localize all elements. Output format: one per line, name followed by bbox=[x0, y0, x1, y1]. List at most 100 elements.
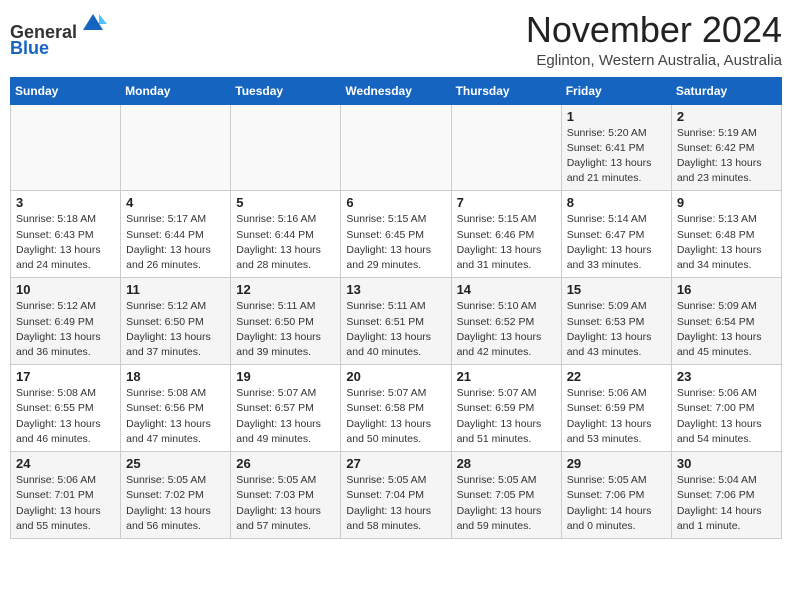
day-number: 20 bbox=[346, 369, 445, 384]
logo: General Blue bbox=[10, 14, 107, 59]
day-number: 1 bbox=[567, 109, 666, 124]
calendar-cell bbox=[341, 104, 451, 191]
day-info: Sunrise: 5:05 AM Sunset: 7:06 PM Dayligh… bbox=[567, 473, 666, 534]
day-info: Sunrise: 5:07 AM Sunset: 6:59 PM Dayligh… bbox=[457, 386, 556, 447]
header-day-friday: Friday bbox=[561, 77, 671, 104]
day-info: Sunrise: 5:19 AM Sunset: 6:42 PM Dayligh… bbox=[677, 126, 776, 187]
calendar-cell: 19Sunrise: 5:07 AM Sunset: 6:57 PM Dayli… bbox=[231, 365, 341, 452]
day-info: Sunrise: 5:09 AM Sunset: 6:53 PM Dayligh… bbox=[567, 299, 666, 360]
day-info: Sunrise: 5:06 AM Sunset: 6:59 PM Dayligh… bbox=[567, 386, 666, 447]
day-number: 4 bbox=[126, 195, 225, 210]
day-number: 5 bbox=[236, 195, 335, 210]
day-number: 30 bbox=[677, 456, 776, 471]
week-row-2: 3 Sunrise: 5:18 AM Sunset: 6:43 PM Daylig… bbox=[11, 191, 782, 278]
calendar-cell: 27 Sunrise: 5:05 AM Sunset: 7:04 PM Dayli… bbox=[341, 452, 451, 539]
day-number: 14 bbox=[457, 282, 556, 297]
week-row-1: 1 Sunrise: 5:20 AM Sunset: 6:41 PM Daylig… bbox=[11, 104, 782, 191]
calendar-cell: 4 Sunrise: 5:17 AM Sunset: 6:44 PM Daylig… bbox=[121, 191, 231, 278]
day-number: 3 bbox=[16, 195, 115, 210]
day-info: Sunrise: 5:11 AM Sunset: 6:50 PM Dayligh… bbox=[236, 299, 335, 360]
day-number: 7 bbox=[457, 195, 556, 210]
day-number: 18 bbox=[126, 369, 225, 384]
day-number: 13 bbox=[346, 282, 445, 297]
day-number: 29 bbox=[567, 456, 666, 471]
calendar-cell: 9 Sunrise: 5:13 AM Sunset: 6:48 PM Daylig… bbox=[671, 191, 781, 278]
location-subtitle: Eglinton, Western Australia, Australia bbox=[526, 52, 782, 69]
calendar-cell: 25Sunrise: 5:05 AM Sunset: 7:02 PM Dayli… bbox=[121, 452, 231, 539]
day-number: 6 bbox=[346, 195, 445, 210]
week-row-4: 17 Sunrise: 5:08 AM Sunset: 6:55 PM Dayli… bbox=[11, 365, 782, 452]
calendar-cell: 24Sunrise: 5:06 AM Sunset: 7:01 PM Dayli… bbox=[11, 452, 121, 539]
day-info: Sunrise: 5:16 AM Sunset: 6:44 PM Dayligh… bbox=[236, 212, 335, 273]
day-number: 10 bbox=[16, 282, 115, 297]
day-number: 12 bbox=[236, 282, 335, 297]
day-info: Sunrise: 5:05 AM Sunset: 7:05 PM Dayligh… bbox=[457, 473, 556, 534]
week-row-5: 24Sunrise: 5:06 AM Sunset: 7:01 PM Dayli… bbox=[11, 452, 782, 539]
day-info: Sunrise: 5:06 AM Sunset: 7:01 PM Dayligh… bbox=[16, 473, 115, 534]
calendar-cell: 7 Sunrise: 5:15 AM Sunset: 6:46 PM Daylig… bbox=[451, 191, 561, 278]
day-info: Sunrise: 5:13 AM Sunset: 6:48 PM Dayligh… bbox=[677, 212, 776, 273]
calendar-cell: 1 Sunrise: 5:20 AM Sunset: 6:41 PM Daylig… bbox=[561, 104, 671, 191]
header-row: SundayMondayTuesdayWednesdayThursdayFrid… bbox=[11, 77, 782, 104]
calendar-cell: 29 Sunrise: 5:05 AM Sunset: 7:06 PM Dayli… bbox=[561, 452, 671, 539]
calendar-cell: 23Sunrise: 5:06 AM Sunset: 7:00 PM Dayli… bbox=[671, 365, 781, 452]
day-number: 22 bbox=[567, 369, 666, 384]
calendar-cell: 8 Sunrise: 5:14 AM Sunset: 6:47 PM Daylig… bbox=[561, 191, 671, 278]
day-info: Sunrise: 5:15 AM Sunset: 6:46 PM Dayligh… bbox=[457, 212, 556, 273]
calendar-cell: 5 Sunrise: 5:16 AM Sunset: 6:44 PM Daylig… bbox=[231, 191, 341, 278]
day-info: Sunrise: 5:15 AM Sunset: 6:45 PM Dayligh… bbox=[346, 212, 445, 273]
calendar-cell: 22 Sunrise: 5:06 AM Sunset: 6:59 PM Dayli… bbox=[561, 365, 671, 452]
calendar-cell: 17 Sunrise: 5:08 AM Sunset: 6:55 PM Dayli… bbox=[11, 365, 121, 452]
day-number: 19 bbox=[236, 369, 335, 384]
calendar-cell: 30 Sunrise: 5:04 AM Sunset: 7:06 PM Dayli… bbox=[671, 452, 781, 539]
calendar-cell: 3 Sunrise: 5:18 AM Sunset: 6:43 PM Daylig… bbox=[11, 191, 121, 278]
day-info: Sunrise: 5:18 AM Sunset: 6:43 PM Dayligh… bbox=[16, 212, 115, 273]
day-number: 15 bbox=[567, 282, 666, 297]
calendar-cell: 14 Sunrise: 5:10 AM Sunset: 6:52 PM Dayli… bbox=[451, 278, 561, 365]
calendar-cell: 21 Sunrise: 5:07 AM Sunset: 6:59 PM Dayli… bbox=[451, 365, 561, 452]
day-number: 9 bbox=[677, 195, 776, 210]
page-header: General Blue November 2024 Eglinton, Wes… bbox=[10, 10, 782, 69]
day-number: 17 bbox=[16, 369, 115, 384]
day-info: Sunrise: 5:14 AM Sunset: 6:47 PM Dayligh… bbox=[567, 212, 666, 273]
calendar-cell: 20 Sunrise: 5:07 AM Sunset: 6:58 PM Dayli… bbox=[341, 365, 451, 452]
calendar-cell: 6 Sunrise: 5:15 AM Sunset: 6:45 PM Daylig… bbox=[341, 191, 451, 278]
logo-icon bbox=[79, 10, 107, 38]
calendar-cell bbox=[121, 104, 231, 191]
day-info: Sunrise: 5:04 AM Sunset: 7:06 PM Dayligh… bbox=[677, 473, 776, 534]
calendar-cell: 2Sunrise: 5:19 AM Sunset: 6:42 PM Daylig… bbox=[671, 104, 781, 191]
logo-blue-text: Blue bbox=[10, 38, 49, 58]
month-title: November 2024 bbox=[526, 10, 782, 50]
day-info: Sunrise: 5:08 AM Sunset: 6:55 PM Dayligh… bbox=[16, 386, 115, 447]
day-info: Sunrise: 5:20 AM Sunset: 6:41 PM Dayligh… bbox=[567, 126, 666, 187]
day-info: Sunrise: 5:05 AM Sunset: 7:04 PM Dayligh… bbox=[346, 473, 445, 534]
calendar-table: SundayMondayTuesdayWednesdayThursdayFrid… bbox=[10, 77, 782, 539]
day-number: 27 bbox=[346, 456, 445, 471]
header-day-saturday: Saturday bbox=[671, 77, 781, 104]
day-info: Sunrise: 5:12 AM Sunset: 6:49 PM Dayligh… bbox=[16, 299, 115, 360]
day-number: 11 bbox=[126, 282, 225, 297]
calendar-cell: 15 Sunrise: 5:09 AM Sunset: 6:53 PM Dayli… bbox=[561, 278, 671, 365]
calendar-cell bbox=[451, 104, 561, 191]
day-number: 21 bbox=[457, 369, 556, 384]
day-info: Sunrise: 5:09 AM Sunset: 6:54 PM Dayligh… bbox=[677, 299, 776, 360]
day-info: Sunrise: 5:05 AM Sunset: 7:03 PM Dayligh… bbox=[236, 473, 335, 534]
day-info: Sunrise: 5:17 AM Sunset: 6:44 PM Dayligh… bbox=[126, 212, 225, 273]
day-number: 28 bbox=[457, 456, 556, 471]
day-number: 8 bbox=[567, 195, 666, 210]
title-block: November 2024 Eglinton, Western Australi… bbox=[526, 10, 782, 69]
calendar-cell bbox=[231, 104, 341, 191]
day-info: Sunrise: 5:07 AM Sunset: 6:58 PM Dayligh… bbox=[346, 386, 445, 447]
calendar-cell: 26Sunrise: 5:05 AM Sunset: 7:03 PM Dayli… bbox=[231, 452, 341, 539]
header-day-thursday: Thursday bbox=[451, 77, 561, 104]
calendar-cell: 10 Sunrise: 5:12 AM Sunset: 6:49 PM Dayli… bbox=[11, 278, 121, 365]
day-info: Sunrise: 5:12 AM Sunset: 6:50 PM Dayligh… bbox=[126, 299, 225, 360]
header-day-wednesday: Wednesday bbox=[341, 77, 451, 104]
calendar-cell: 12 Sunrise: 5:11 AM Sunset: 6:50 PM Dayli… bbox=[231, 278, 341, 365]
calendar-body: 1 Sunrise: 5:20 AM Sunset: 6:41 PM Daylig… bbox=[11, 104, 782, 538]
day-info: Sunrise: 5:10 AM Sunset: 6:52 PM Dayligh… bbox=[457, 299, 556, 360]
day-number: 23 bbox=[677, 369, 776, 384]
header-day-sunday: Sunday bbox=[11, 77, 121, 104]
day-number: 25 bbox=[126, 456, 225, 471]
day-number: 16 bbox=[677, 282, 776, 297]
